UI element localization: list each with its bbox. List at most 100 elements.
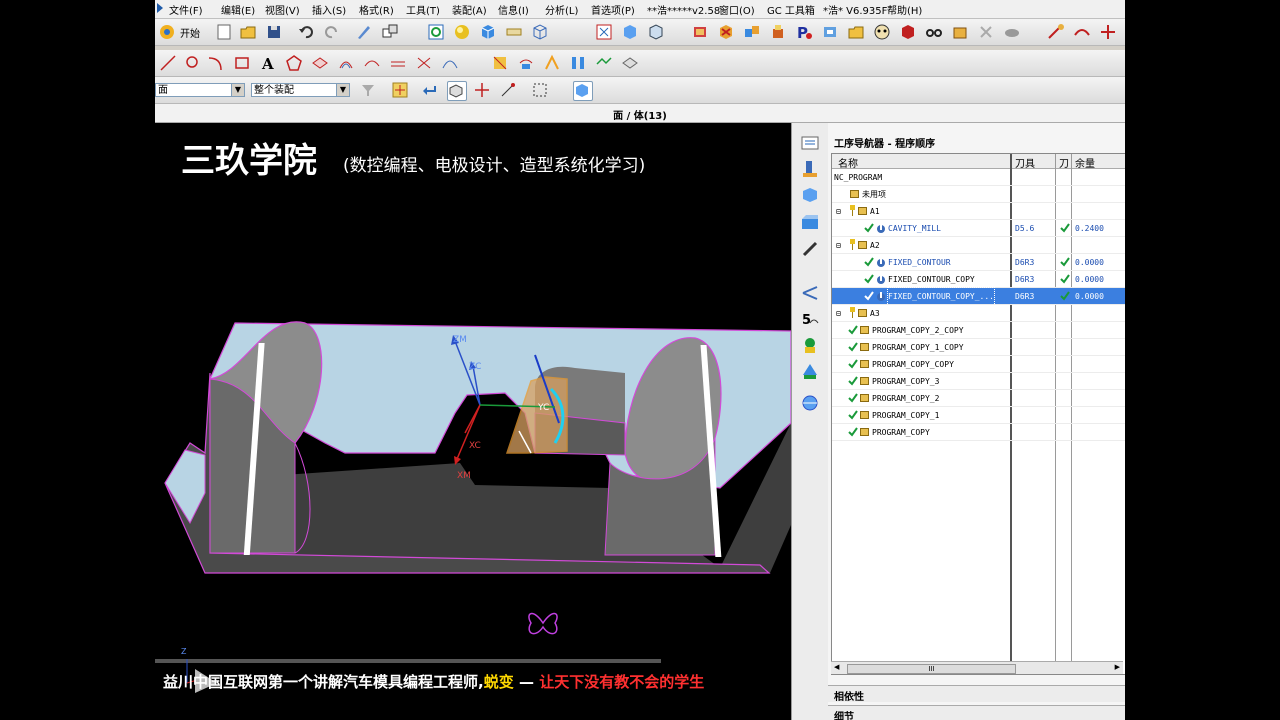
isoparametric-icon[interactable] bbox=[543, 54, 561, 72]
divide-curve-icon[interactable] bbox=[441, 54, 459, 72]
section-icon[interactable] bbox=[505, 23, 523, 41]
trim-curve-icon[interactable] bbox=[415, 54, 433, 72]
open-folder-icon[interactable] bbox=[239, 23, 257, 41]
menu-window[interactable]: 窗口(O) bbox=[719, 2, 755, 17]
tree-row[interactable]: CAVITY_MILL D5.6 0.2400 bbox=[832, 220, 1125, 237]
gc-disabled-1-icon[interactable] bbox=[977, 23, 995, 41]
view-cube-icon[interactable] bbox=[479, 23, 497, 41]
tree-row[interactable]: NC_PROGRAM bbox=[832, 169, 1125, 186]
solid-view-icon[interactable] bbox=[621, 23, 639, 41]
scroll-thumb[interactable]: III bbox=[847, 664, 1016, 674]
menu-help[interactable]: 帮助(H) bbox=[887, 2, 922, 17]
new-file-icon[interactable] bbox=[215, 23, 233, 41]
machine-tool-tab-icon[interactable] bbox=[800, 159, 820, 179]
return-arrow-icon[interactable] bbox=[421, 81, 439, 99]
undo-icon[interactable] bbox=[297, 23, 315, 41]
fillet-curve-icon[interactable] bbox=[207, 54, 225, 72]
scroll-right-arrow-icon[interactable]: ▶ bbox=[1115, 663, 1120, 671]
tree-row[interactable]: PROGRAM_COPY_3 bbox=[832, 373, 1125, 390]
graphics-viewport[interactable]: 三玖学院 (数控编程、电极设计、造型系统化学习) ZM ZC XC XM YC … bbox=[155, 123, 791, 720]
offset-curve-icon[interactable] bbox=[337, 54, 355, 72]
tree-row[interactable]: FIXED_CONTOUR D6R3 0.0000 bbox=[832, 254, 1125, 271]
column-header-tool-short[interactable]: 刀 bbox=[1059, 155, 1069, 170]
gc-tool-5-icon[interactable] bbox=[821, 23, 839, 41]
roles-tab-icon[interactable] bbox=[800, 335, 820, 355]
menu-format[interactable]: 格式(R) bbox=[359, 2, 394, 17]
menu-information[interactable]: 信息(I) bbox=[498, 2, 529, 17]
project-curve-icon[interactable] bbox=[311, 54, 329, 72]
tree-row[interactable]: PROGRAM_COPY_1 bbox=[832, 407, 1125, 424]
gc-box-icon[interactable] bbox=[951, 23, 969, 41]
redo-icon[interactable] bbox=[323, 23, 341, 41]
tree-row[interactable]: PROGRAM_COPY_COPY bbox=[832, 356, 1125, 373]
rectangle-icon[interactable] bbox=[233, 54, 251, 72]
text-icon[interactable]: A bbox=[259, 54, 277, 73]
snap-end-icon[interactable] bbox=[499, 81, 517, 99]
select-body-icon[interactable] bbox=[573, 81, 593, 101]
filter-reset-icon[interactable] bbox=[359, 81, 377, 99]
gc-tiger-icon[interactable] bbox=[873, 23, 891, 41]
column-header-name[interactable]: 名称 bbox=[838, 155, 858, 170]
tree-row[interactable]: ⊟ A1 bbox=[832, 203, 1125, 220]
collapse-toggle-icon[interactable]: ⊟ bbox=[836, 237, 841, 254]
box-select-icon[interactable] bbox=[531, 81, 549, 99]
horizontal-scrollbar[interactable]: ◀ III ▶ bbox=[831, 661, 1123, 674]
gc-curve-icon[interactable] bbox=[1073, 23, 1091, 41]
dependencies-panel-header[interactable]: 相依性 bbox=[828, 685, 1125, 703]
menu-preferences[interactable]: 首选项(P) bbox=[591, 2, 635, 17]
refresh-icon[interactable] bbox=[427, 23, 445, 41]
bridge-curve-icon[interactable] bbox=[363, 54, 381, 72]
gc-intersect-icon[interactable] bbox=[1099, 23, 1117, 41]
menu-plugin-1[interactable]: **浩*****v2.58 bbox=[647, 2, 720, 17]
menu-tools[interactable]: 工具(T) bbox=[406, 2, 440, 17]
tool-library-tab-icon[interactable] bbox=[800, 239, 820, 259]
menu-gc-toolbox[interactable]: GC 工具箱 bbox=[767, 2, 815, 17]
join-curve-icon[interactable] bbox=[389, 54, 407, 72]
gc-tool-1-icon[interactable] bbox=[691, 23, 709, 41]
edit-object-icon[interactable] bbox=[355, 23, 373, 41]
start-icon[interactable] bbox=[158, 23, 176, 41]
gc-tool-3-icon[interactable] bbox=[743, 23, 761, 41]
type-filter-dropdown[interactable]: 面 ▼ bbox=[155, 83, 245, 97]
collapse-toggle-icon[interactable]: ⊟ bbox=[836, 305, 841, 322]
gc-measure-icon[interactable] bbox=[1047, 23, 1065, 41]
gc-folder-icon[interactable] bbox=[847, 23, 865, 41]
iso-view-icon[interactable] bbox=[647, 23, 665, 41]
snap-center-icon[interactable] bbox=[473, 81, 491, 99]
face-curve-icon[interactable] bbox=[621, 54, 639, 72]
reuse-library-tab-icon[interactable] bbox=[800, 213, 820, 233]
line-icon[interactable] bbox=[159, 54, 177, 72]
menu-analysis[interactable]: 分析(L) bbox=[545, 2, 578, 17]
tree-row[interactable]: PROGRAM_COPY_2 bbox=[832, 390, 1125, 407]
collapse-toggle-icon[interactable]: ⊟ bbox=[836, 203, 841, 220]
arc-icon[interactable] bbox=[183, 54, 201, 72]
part-navigator-tab-icon[interactable] bbox=[800, 185, 820, 205]
operation-navigator-tab-icon[interactable] bbox=[800, 133, 820, 153]
start-button[interactable]: 开始 bbox=[180, 25, 200, 40]
tree-row[interactable]: FIXED_CONTOUR_COPY_... D6R3 0.0000 bbox=[832, 287, 1125, 306]
column-header-tool[interactable]: 刀具 bbox=[1015, 155, 1035, 170]
display-icon[interactable] bbox=[381, 23, 399, 41]
gc-tool-4-icon[interactable] bbox=[769, 23, 787, 41]
extract-curve-icon[interactable] bbox=[491, 54, 509, 72]
tree-row[interactable]: PROGRAM_COPY bbox=[832, 424, 1125, 441]
menu-plugin-2[interactable]: *浩* V6.935F bbox=[823, 2, 887, 17]
history-tab-icon[interactable] bbox=[800, 283, 820, 303]
process-studio-tab-icon[interactable]: 5 bbox=[800, 309, 820, 329]
tree-row[interactable]: ⊟ A2 bbox=[832, 237, 1125, 254]
wireframe-icon[interactable] bbox=[531, 23, 549, 41]
system-scene-tab-icon[interactable] bbox=[800, 361, 820, 381]
polygon-icon[interactable] bbox=[285, 54, 303, 72]
select-face-icon[interactable] bbox=[447, 81, 467, 101]
tree-row[interactable]: 未用项 bbox=[832, 186, 1125, 203]
section-curve-icon[interactable] bbox=[569, 54, 587, 72]
save-icon[interactable] bbox=[265, 23, 283, 41]
menu-assembly[interactable]: 装配(A) bbox=[452, 2, 487, 17]
gc-tool-2-icon[interactable] bbox=[717, 23, 735, 41]
menu-view[interactable]: 视图(V) bbox=[265, 2, 300, 17]
tree-row[interactable]: PROGRAM_COPY_1_COPY bbox=[832, 339, 1125, 356]
menu-edit[interactable]: 编辑(E) bbox=[221, 2, 255, 17]
scroll-left-arrow-icon[interactable]: ◀ bbox=[834, 663, 839, 671]
menu-file[interactable]: 文件(F) bbox=[169, 2, 203, 17]
fit-view-icon[interactable] bbox=[595, 23, 613, 41]
